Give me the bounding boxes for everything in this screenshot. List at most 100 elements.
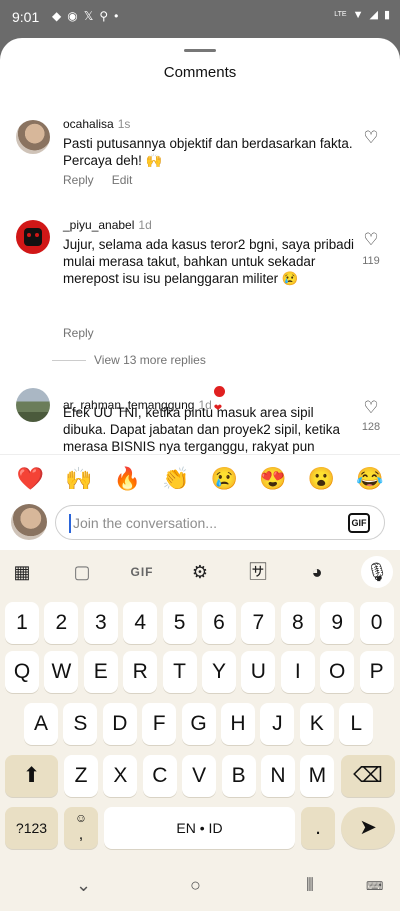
key-4[interactable]: 4 [123, 602, 158, 644]
soft-keyboard: ▦ ▢ GIF ⚙ 🈂 ◕ 🎙 1234567890 QWERTYUIOP ASDF… [0, 550, 400, 861]
key-g[interactable]: G [181, 703, 216, 745]
key-j[interactable]: J [260, 703, 295, 745]
replies-line [52, 360, 86, 362]
translate-icon[interactable]: 🈂 [246, 560, 270, 584]
back-chevron-icon[interactable]: ⌄ [76, 875, 91, 896]
key-x[interactable]: X [103, 755, 138, 797]
microphone-icon[interactable]: 🎙 [361, 556, 393, 588]
view-more-replies-label: View 13 more replies [94, 353, 206, 367]
key-8[interactable]: 8 [280, 602, 315, 644]
avatar[interactable] [16, 120, 50, 154]
like-heart-icon[interactable]: ♡ [362, 398, 380, 418]
space-key[interactable]: EN • ID [104, 807, 295, 849]
period-key[interactable]: . [301, 807, 335, 849]
keyboard-toolbar: ▦ ▢ GIF ⚙ 🈂 ◕ 🎙 [0, 550, 400, 594]
key-o[interactable]: O [320, 651, 355, 693]
key-5[interactable]: 5 [162, 602, 197, 644]
reply-button[interactable]: Reply [63, 173, 94, 187]
battery-icon: ▮ [383, 9, 390, 21]
key-h[interactable]: H [221, 703, 255, 745]
key-v[interactable]: V [182, 755, 217, 797]
text-cursor [69, 514, 71, 533]
recents-icon[interactable]: ⦀ [306, 875, 314, 896]
key-0[interactable]: 0 [359, 602, 394, 644]
emoji-fire[interactable]: 🔥 [109, 461, 145, 497]
key-p[interactable]: P [359, 651, 394, 693]
notification-icons: ◆◉𝕏⚲• [52, 9, 125, 23]
keyboard-switch-icon[interactable]: ⌨ [366, 879, 383, 893]
emoji-heart[interactable]: ❤️ [12, 461, 48, 497]
key-f[interactable]: F [142, 703, 177, 745]
key-c[interactable]: C [142, 755, 177, 797]
backspace-icon: ⌫ [353, 764, 383, 787]
avatar[interactable] [16, 220, 50, 254]
comma-key[interactable]: ☺, [64, 807, 98, 849]
key-z[interactable]: Z [64, 755, 98, 797]
key-k[interactable]: K [299, 703, 334, 745]
comment-actions: Reply Edit [63, 173, 150, 187]
comments-sheet: Comments ocahalisa 1s Pasti putusannya ob… [0, 38, 400, 550]
comment-username[interactable]: ocahalisa [63, 117, 114, 131]
avatar[interactable] [16, 388, 50, 422]
like-count: 128 [361, 421, 381, 433]
comment-time: 1d [138, 218, 152, 232]
key-b[interactable]: B [221, 755, 256, 797]
key-n[interactable]: N [261, 755, 295, 797]
emoji-surprised[interactable]: 😮 [303, 461, 339, 497]
reply-button[interactable]: Reply [63, 326, 94, 340]
emoji-clap[interactable]: 👏 [158, 461, 194, 497]
settings-gear-icon[interactable]: ⚙ [188, 560, 212, 584]
sticker-icon[interactable]: ▢ [70, 560, 94, 584]
edit-button[interactable]: Edit [112, 173, 133, 187]
comment-list[interactable]: ocahalisa 1s Pasti putusannya objektif da… [0, 96, 400, 454]
wifi-icon: ▼ [352, 8, 364, 21]
key-9[interactable]: 9 [320, 602, 355, 644]
signal-icon: ◢ [369, 9, 378, 21]
comment-text: Efek UU TNI, ketika pintu masuk area sip… [63, 405, 340, 454]
backspace-key[interactable]: ⌫ [341, 755, 395, 797]
view-more-replies[interactable]: View 13 more replies [52, 353, 206, 367]
key-d[interactable]: D [102, 703, 137, 745]
key-a[interactable]: A [24, 703, 58, 745]
key-r[interactable]: R [123, 651, 158, 693]
symbols-key[interactable]: ?123 [5, 807, 58, 849]
key-2[interactable]: 2 [44, 602, 79, 644]
drag-handle[interactable] [184, 49, 216, 52]
emoji-laughing[interactable]: 😂 [352, 461, 388, 497]
key-y[interactable]: Y [202, 651, 236, 693]
like-count: 119 [362, 255, 380, 267]
key-7[interactable]: 7 [241, 602, 276, 644]
key-6[interactable]: 6 [202, 602, 236, 644]
key-3[interactable]: 3 [83, 602, 118, 644]
key-u[interactable]: U [241, 651, 276, 693]
key-i[interactable]: I [280, 651, 315, 693]
shift-key[interactable]: ⬆ [5, 755, 58, 797]
like-heart-icon[interactable]: ♡ [362, 230, 380, 250]
like-heart-icon[interactable]: ♡ [362, 128, 380, 148]
key-s[interactable]: S [63, 703, 98, 745]
status-right-icons: LTE ▼ ◢ ▮ [334, 8, 390, 22]
comment-actions: Reply [63, 326, 112, 340]
comment-username[interactable]: _piyu_anabel [63, 218, 134, 232]
gif-keyboard-button[interactable]: GIF [128, 560, 156, 584]
key-e[interactable]: E [83, 651, 118, 693]
lte-label: LTE [334, 11, 347, 18]
key-l[interactable]: L [339, 703, 374, 745]
key-q[interactable]: Q [5, 651, 39, 693]
gif-button[interactable]: GIF [348, 513, 370, 533]
apps-grid-icon[interactable]: ▦ [10, 560, 34, 584]
key-m[interactable]: M [300, 755, 335, 797]
emoji-raised-hands[interactable]: 🙌 [61, 461, 97, 497]
key-w[interactable]: W [44, 651, 79, 693]
comment-text: Jujur, selama ada kasus teror2 bgni, say… [63, 237, 355, 286]
key-1[interactable]: 1 [5, 602, 39, 644]
send-key[interactable]: ➤ [341, 807, 395, 849]
emoji-key-icon: ☺ [74, 811, 88, 825]
emoji-heart-eyes[interactable]: 😍 [255, 461, 291, 497]
palette-icon[interactable]: ◕ [305, 560, 329, 584]
home-circle-icon[interactable]: ○ [190, 875, 201, 896]
comment-input[interactable]: Join the conversation... GIF [55, 505, 385, 540]
emoji-crying[interactable]: 😢 [206, 461, 242, 497]
key-t[interactable]: T [162, 651, 197, 693]
system-nav-bar: ⌄ ○ ⦀ ⌨ [0, 861, 400, 911]
